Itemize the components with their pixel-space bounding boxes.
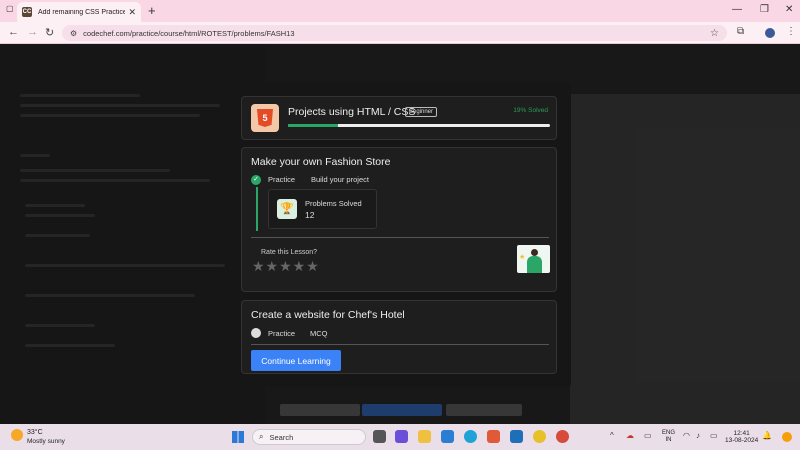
practice-step-label[interactable]: Practice xyxy=(268,329,295,338)
address-bar[interactable]: ⚙ codechef.com/practice/course/html/ROTE… xyxy=(62,25,727,41)
tab-active[interactable]: CC Add remaining CSS Practice Pr ✕ xyxy=(17,2,141,22)
step-circle-icon xyxy=(251,328,261,338)
search-label: Search xyxy=(269,432,294,442)
tray-app-icon[interactable]: ☁ xyxy=(626,431,634,440)
system-clock[interactable]: 12:41 13-08-2024 xyxy=(725,430,758,444)
lesson-title: Make your own Fashion Store xyxy=(251,156,391,168)
new-tab-icon[interactable]: + xyxy=(148,3,156,18)
vscode-icon[interactable] xyxy=(441,430,454,443)
practice-step-label[interactable]: Practice xyxy=(268,175,295,184)
problems-solved-box: 🏆 Problems Solved 12 xyxy=(268,189,377,229)
course-progress-bar xyxy=(288,124,550,127)
progress-fill xyxy=(288,124,338,127)
lesson-card-fashion-store: Make your own Fashion Store ✓ Practice B… xyxy=(241,147,557,292)
chrome-icon[interactable] xyxy=(556,430,569,443)
weather-description[interactable]: Mostly sunny xyxy=(27,438,65,445)
course-title: Projects using HTML / CSS xyxy=(288,106,416,118)
course-header-card: 5 Projects using HTML / CSS Beginner 19%… xyxy=(241,96,557,140)
teams-icon[interactable] xyxy=(395,430,408,443)
windows-start-icon[interactable] xyxy=(232,431,244,443)
divider xyxy=(251,237,549,238)
language-indicator[interactable]: ENG IN xyxy=(662,430,675,444)
search-icon: ⌕ xyxy=(259,432,264,441)
close-window-icon[interactable]: ✕ xyxy=(785,4,793,15)
reload-icon[interactable]: ↻ xyxy=(45,26,54,39)
star-rating[interactable]: ★★★★★ xyxy=(252,258,320,275)
html5-logo-icon: 5 xyxy=(251,104,279,132)
back-icon[interactable]: ← xyxy=(8,26,19,38)
level-badge: Beginner xyxy=(405,107,438,117)
onedrive-icon[interactable]: ▭ xyxy=(644,431,652,440)
app-icon[interactable] xyxy=(510,430,523,443)
progress-line xyxy=(256,187,258,231)
close-tab-icon[interactable]: ✕ xyxy=(128,7,136,18)
minimize-icon[interactable]: — xyxy=(732,4,742,15)
file-explorer-icon[interactable] xyxy=(418,430,431,443)
battery-icon[interactable]: ▭ xyxy=(710,431,718,440)
solved-percent: 19% Solved xyxy=(513,107,548,114)
forward-icon[interactable]: → xyxy=(27,26,38,38)
rate-lesson-label: Rate this Lesson? xyxy=(261,249,318,256)
taskbar-search[interactable]: ⌕ Search xyxy=(252,429,366,445)
weather-temperature[interactable]: 33°C xyxy=(27,429,43,436)
tab-list-icon[interactable]: ▢ xyxy=(6,4,16,16)
wifi-icon[interactable]: ◠ xyxy=(683,431,690,440)
windows-taskbar: 33°C Mostly sunny ⌕ Search ^ ☁ ▭ ENG IN … xyxy=(0,424,800,450)
site-info-icon[interactable]: ⚙ xyxy=(70,29,77,38)
problems-solved-count: 12 xyxy=(305,210,315,220)
tab-title: Add remaining CSS Practice Pr xyxy=(38,8,126,16)
course-progress-modal: 5 Projects using HTML / CSS Beginner 19%… xyxy=(229,82,571,387)
bookmark-star-icon[interactable]: ☆ xyxy=(710,28,719,39)
volume-icon[interactable]: ♪ xyxy=(696,431,700,440)
store-icon[interactable] xyxy=(487,430,500,443)
codechef-favicon-icon: CC xyxy=(22,7,32,17)
notification-bell-icon[interactable]: 🔔 xyxy=(762,431,772,440)
mcq-step-label[interactable]: MCQ xyxy=(310,329,328,338)
edge-icon[interactable] xyxy=(464,430,477,443)
divider xyxy=(251,344,549,345)
lesson-title: Create a website for Chef's Hotel xyxy=(251,309,405,321)
restore-icon[interactable]: ❐ xyxy=(760,4,769,15)
extensions-icon[interactable]: ⧉ xyxy=(737,26,744,37)
browser-toolbar: ← → ↻ ⚙ codechef.com/practice/course/htm… xyxy=(0,22,800,44)
app-icon[interactable] xyxy=(533,430,546,443)
build-project-label[interactable]: Build your project xyxy=(311,175,369,184)
check-circle-icon: ✓ xyxy=(251,175,261,185)
url-text[interactable]: codechef.com/practice/course/html/ROTEST… xyxy=(83,29,710,38)
problems-solved-label: Problems Solved xyxy=(305,199,362,208)
continue-learning-button[interactable]: Continue Learning xyxy=(251,350,341,371)
chrome-menu-icon[interactable]: ⋮ xyxy=(786,26,796,37)
lesson-card-chefs-hotel: Create a website for Chef's Hotel Practi… xyxy=(241,300,557,374)
task-view-icon[interactable] xyxy=(373,430,386,443)
tray-chevron-icon[interactable]: ^ xyxy=(610,431,614,440)
profile-avatar-icon[interactable] xyxy=(765,28,775,38)
copilot-icon[interactable] xyxy=(782,432,792,442)
trophy-icon: 🏆 xyxy=(277,199,297,219)
tab-strip: ▢ CC Add remaining CSS Practice Pr ✕ + —… xyxy=(0,0,800,22)
person-illustration: ★ xyxy=(517,245,550,273)
weather-sun-icon[interactable] xyxy=(11,429,23,441)
